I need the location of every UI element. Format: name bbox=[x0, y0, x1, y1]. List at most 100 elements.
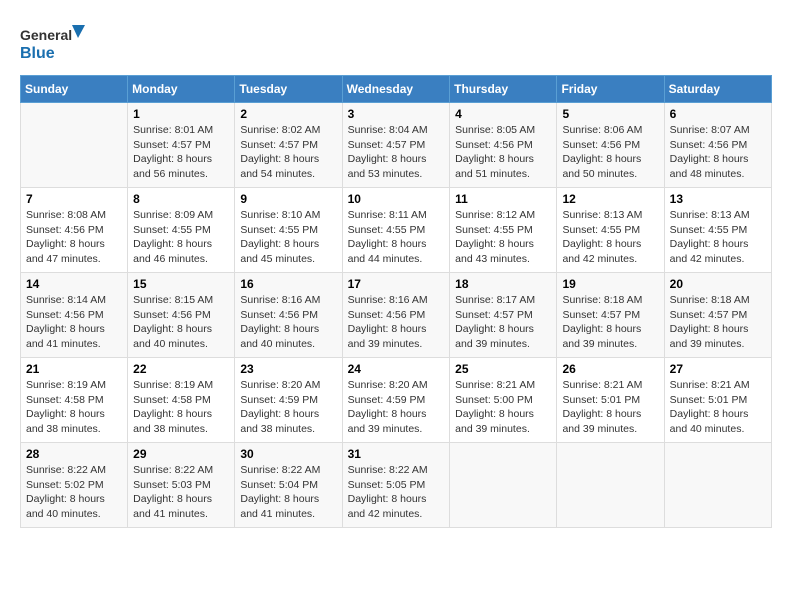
day-number: 6 bbox=[670, 107, 766, 121]
calendar-cell: 31 Sunrise: 8:22 AM Sunset: 5:05 PM Dayli… bbox=[342, 443, 450, 528]
day-number: 10 bbox=[348, 192, 445, 206]
day-info: Sunrise: 8:17 AM Sunset: 4:57 PM Dayligh… bbox=[455, 293, 551, 352]
calendar-cell: 12Sunrise: 8:13 AM Sunset: 4:55 PM Dayli… bbox=[557, 188, 664, 273]
calendar-cell: 30 Sunrise: 8:22 AM Sunset: 5:04 PM Dayli… bbox=[235, 443, 342, 528]
calendar-cell: 28 Sunrise: 8:22 AM Sunset: 5:02 PM Dayli… bbox=[21, 443, 128, 528]
day-number: 14 bbox=[26, 277, 122, 291]
calendar-cell: 1Sunrise: 8:01 AM Sunset: 4:57 PM Daylig… bbox=[128, 103, 235, 188]
calendar-week-row: 7 Sunrise: 8:08 AM Sunset: 4:56 PM Daylig… bbox=[21, 188, 772, 273]
day-info: Sunrise: 8:18 AM Sunset: 4:57 PM Dayligh… bbox=[670, 293, 766, 352]
calendar-cell: 14 Sunrise: 8:14 AM Sunset: 4:56 PM Dayli… bbox=[21, 273, 128, 358]
day-info: Sunrise: 8:22 AM Sunset: 5:05 PM Dayligh… bbox=[348, 463, 445, 522]
day-info: Sunrise: 8:16 AM Sunset: 4:56 PM Dayligh… bbox=[240, 293, 336, 352]
calendar-cell: 4 Sunrise: 8:05 AM Sunset: 4:56 PM Daylig… bbox=[450, 103, 557, 188]
calendar-cell: 5 Sunrise: 8:06 AM Sunset: 4:56 PM Daylig… bbox=[557, 103, 664, 188]
day-number: 27 bbox=[670, 362, 766, 376]
calendar-cell: 9 Sunrise: 8:10 AM Sunset: 4:55 PM Daylig… bbox=[235, 188, 342, 273]
calendar-cell: 23 Sunrise: 8:20 AM Sunset: 4:59 PM Dayli… bbox=[235, 358, 342, 443]
calendar-cell: 13 Sunrise: 8:13 AM Sunset: 4:55 PM Dayli… bbox=[664, 188, 771, 273]
calendar-week-row: 1Sunrise: 8:01 AM Sunset: 4:57 PM Daylig… bbox=[21, 103, 772, 188]
day-number: 2 bbox=[240, 107, 336, 121]
calendar-header-row: SundayMondayTuesdayWednesdayThursdayFrid… bbox=[21, 76, 772, 103]
day-number: 17 bbox=[348, 277, 445, 291]
day-number: 23 bbox=[240, 362, 336, 376]
day-info: Sunrise: 8:20 AM Sunset: 4:59 PM Dayligh… bbox=[240, 378, 336, 437]
day-info: Sunrise: 8:19 AM Sunset: 4:58 PM Dayligh… bbox=[133, 378, 229, 437]
day-number: 4 bbox=[455, 107, 551, 121]
day-info: Sunrise: 8:06 AM Sunset: 4:56 PM Dayligh… bbox=[562, 123, 658, 182]
day-number: 12 bbox=[562, 192, 658, 206]
day-info: Sunrise: 8:13 AM Sunset: 4:55 PM Dayligh… bbox=[670, 208, 766, 267]
calendar-cell: 19Sunrise: 8:18 AM Sunset: 4:57 PM Dayli… bbox=[557, 273, 664, 358]
day-number: 13 bbox=[670, 192, 766, 206]
day-info: Sunrise: 8:04 AM Sunset: 4:57 PM Dayligh… bbox=[348, 123, 445, 182]
day-info: Sunrise: 8:02 AM Sunset: 4:57 PM Dayligh… bbox=[240, 123, 336, 182]
calendar-cell: 27 Sunrise: 8:21 AM Sunset: 5:01 PM Dayli… bbox=[664, 358, 771, 443]
day-info: Sunrise: 8:08 AM Sunset: 4:56 PM Dayligh… bbox=[26, 208, 122, 267]
calendar-cell: 8Sunrise: 8:09 AM Sunset: 4:55 PM Daylig… bbox=[128, 188, 235, 273]
column-header-friday: Friday bbox=[557, 76, 664, 103]
day-info: Sunrise: 8:19 AM Sunset: 4:58 PM Dayligh… bbox=[26, 378, 122, 437]
day-info: Sunrise: 8:15 AM Sunset: 4:56 PM Dayligh… bbox=[133, 293, 229, 352]
calendar-cell: 20Sunrise: 8:18 AM Sunset: 4:57 PM Dayli… bbox=[664, 273, 771, 358]
calendar-cell: 22 Sunrise: 8:19 AM Sunset: 4:58 PM Dayli… bbox=[128, 358, 235, 443]
calendar-cell: 25Sunrise: 8:21 AM Sunset: 5:00 PM Dayli… bbox=[450, 358, 557, 443]
column-header-tuesday: Tuesday bbox=[235, 76, 342, 103]
day-info: Sunrise: 8:22 AM Sunset: 5:03 PM Dayligh… bbox=[133, 463, 229, 522]
day-info: Sunrise: 8:09 AM Sunset: 4:55 PM Dayligh… bbox=[133, 208, 229, 267]
day-info: Sunrise: 8:21 AM Sunset: 5:01 PM Dayligh… bbox=[562, 378, 658, 437]
day-number: 16 bbox=[240, 277, 336, 291]
calendar-cell: 6 Sunrise: 8:07 AM Sunset: 4:56 PM Daylig… bbox=[664, 103, 771, 188]
day-info: Sunrise: 8:07 AM Sunset: 4:56 PM Dayligh… bbox=[670, 123, 766, 182]
day-number: 28 bbox=[26, 447, 122, 461]
day-number: 30 bbox=[240, 447, 336, 461]
day-number: 31 bbox=[348, 447, 445, 461]
day-number: 24 bbox=[348, 362, 445, 376]
calendar-cell: 11 Sunrise: 8:12 AM Sunset: 4:55 PM Dayli… bbox=[450, 188, 557, 273]
day-number: 21 bbox=[26, 362, 122, 376]
day-number: 9 bbox=[240, 192, 336, 206]
day-info: Sunrise: 8:22 AM Sunset: 5:02 PM Dayligh… bbox=[26, 463, 122, 522]
calendar-cell bbox=[557, 443, 664, 528]
calendar-week-row: 14 Sunrise: 8:14 AM Sunset: 4:56 PM Dayli… bbox=[21, 273, 772, 358]
svg-text:Blue: Blue bbox=[20, 45, 55, 62]
day-info: Sunrise: 8:16 AM Sunset: 4:56 PM Dayligh… bbox=[348, 293, 445, 352]
day-info: Sunrise: 8:14 AM Sunset: 4:56 PM Dayligh… bbox=[26, 293, 122, 352]
day-info: Sunrise: 8:05 AM Sunset: 4:56 PM Dayligh… bbox=[455, 123, 551, 182]
calendar-week-row: 21 Sunrise: 8:19 AM Sunset: 4:58 PM Dayli… bbox=[21, 358, 772, 443]
calendar-week-row: 28 Sunrise: 8:22 AM Sunset: 5:02 PM Dayli… bbox=[21, 443, 772, 528]
day-number: 7 bbox=[26, 192, 122, 206]
day-info: Sunrise: 8:21 AM Sunset: 5:01 PM Dayligh… bbox=[670, 378, 766, 437]
calendar-table: SundayMondayTuesdayWednesdayThursdayFrid… bbox=[20, 75, 772, 528]
calendar-cell: 21 Sunrise: 8:19 AM Sunset: 4:58 PM Dayli… bbox=[21, 358, 128, 443]
day-number: 18 bbox=[455, 277, 551, 291]
day-number: 5 bbox=[562, 107, 658, 121]
column-header-sunday: Sunday bbox=[21, 76, 128, 103]
logo: General Blue bbox=[20, 20, 90, 65]
calendar-cell: 18 Sunrise: 8:17 AM Sunset: 4:57 PM Dayli… bbox=[450, 273, 557, 358]
day-info: Sunrise: 8:12 AM Sunset: 4:55 PM Dayligh… bbox=[455, 208, 551, 267]
svg-text:General: General bbox=[20, 27, 72, 43]
day-info: Sunrise: 8:11 AM Sunset: 4:55 PM Dayligh… bbox=[348, 208, 445, 267]
day-number: 22 bbox=[133, 362, 229, 376]
day-number: 26 bbox=[562, 362, 658, 376]
day-number: 19 bbox=[562, 277, 658, 291]
calendar-cell: 29 Sunrise: 8:22 AM Sunset: 5:03 PM Dayli… bbox=[128, 443, 235, 528]
day-number: 29 bbox=[133, 447, 229, 461]
day-info: Sunrise: 8:22 AM Sunset: 5:04 PM Dayligh… bbox=[240, 463, 336, 522]
calendar-cell bbox=[21, 103, 128, 188]
calendar-cell: 26 Sunrise: 8:21 AM Sunset: 5:01 PM Dayli… bbox=[557, 358, 664, 443]
day-info: Sunrise: 8:10 AM Sunset: 4:55 PM Dayligh… bbox=[240, 208, 336, 267]
page-header: General Blue bbox=[20, 20, 772, 65]
calendar-cell: 15Sunrise: 8:15 AM Sunset: 4:56 PM Dayli… bbox=[128, 273, 235, 358]
day-number: 1 bbox=[133, 107, 229, 121]
calendar-cell: 10 Sunrise: 8:11 AM Sunset: 4:55 PM Dayli… bbox=[342, 188, 450, 273]
day-info: Sunrise: 8:21 AM Sunset: 5:00 PM Dayligh… bbox=[455, 378, 551, 437]
column-header-thursday: Thursday bbox=[450, 76, 557, 103]
day-number: 11 bbox=[455, 192, 551, 206]
calendar-cell: 17 Sunrise: 8:16 AM Sunset: 4:56 PM Dayli… bbox=[342, 273, 450, 358]
column-header-monday: Monday bbox=[128, 76, 235, 103]
day-number: 3 bbox=[348, 107, 445, 121]
calendar-cell bbox=[664, 443, 771, 528]
day-info: Sunrise: 8:20 AM Sunset: 4:59 PM Dayligh… bbox=[348, 378, 445, 437]
